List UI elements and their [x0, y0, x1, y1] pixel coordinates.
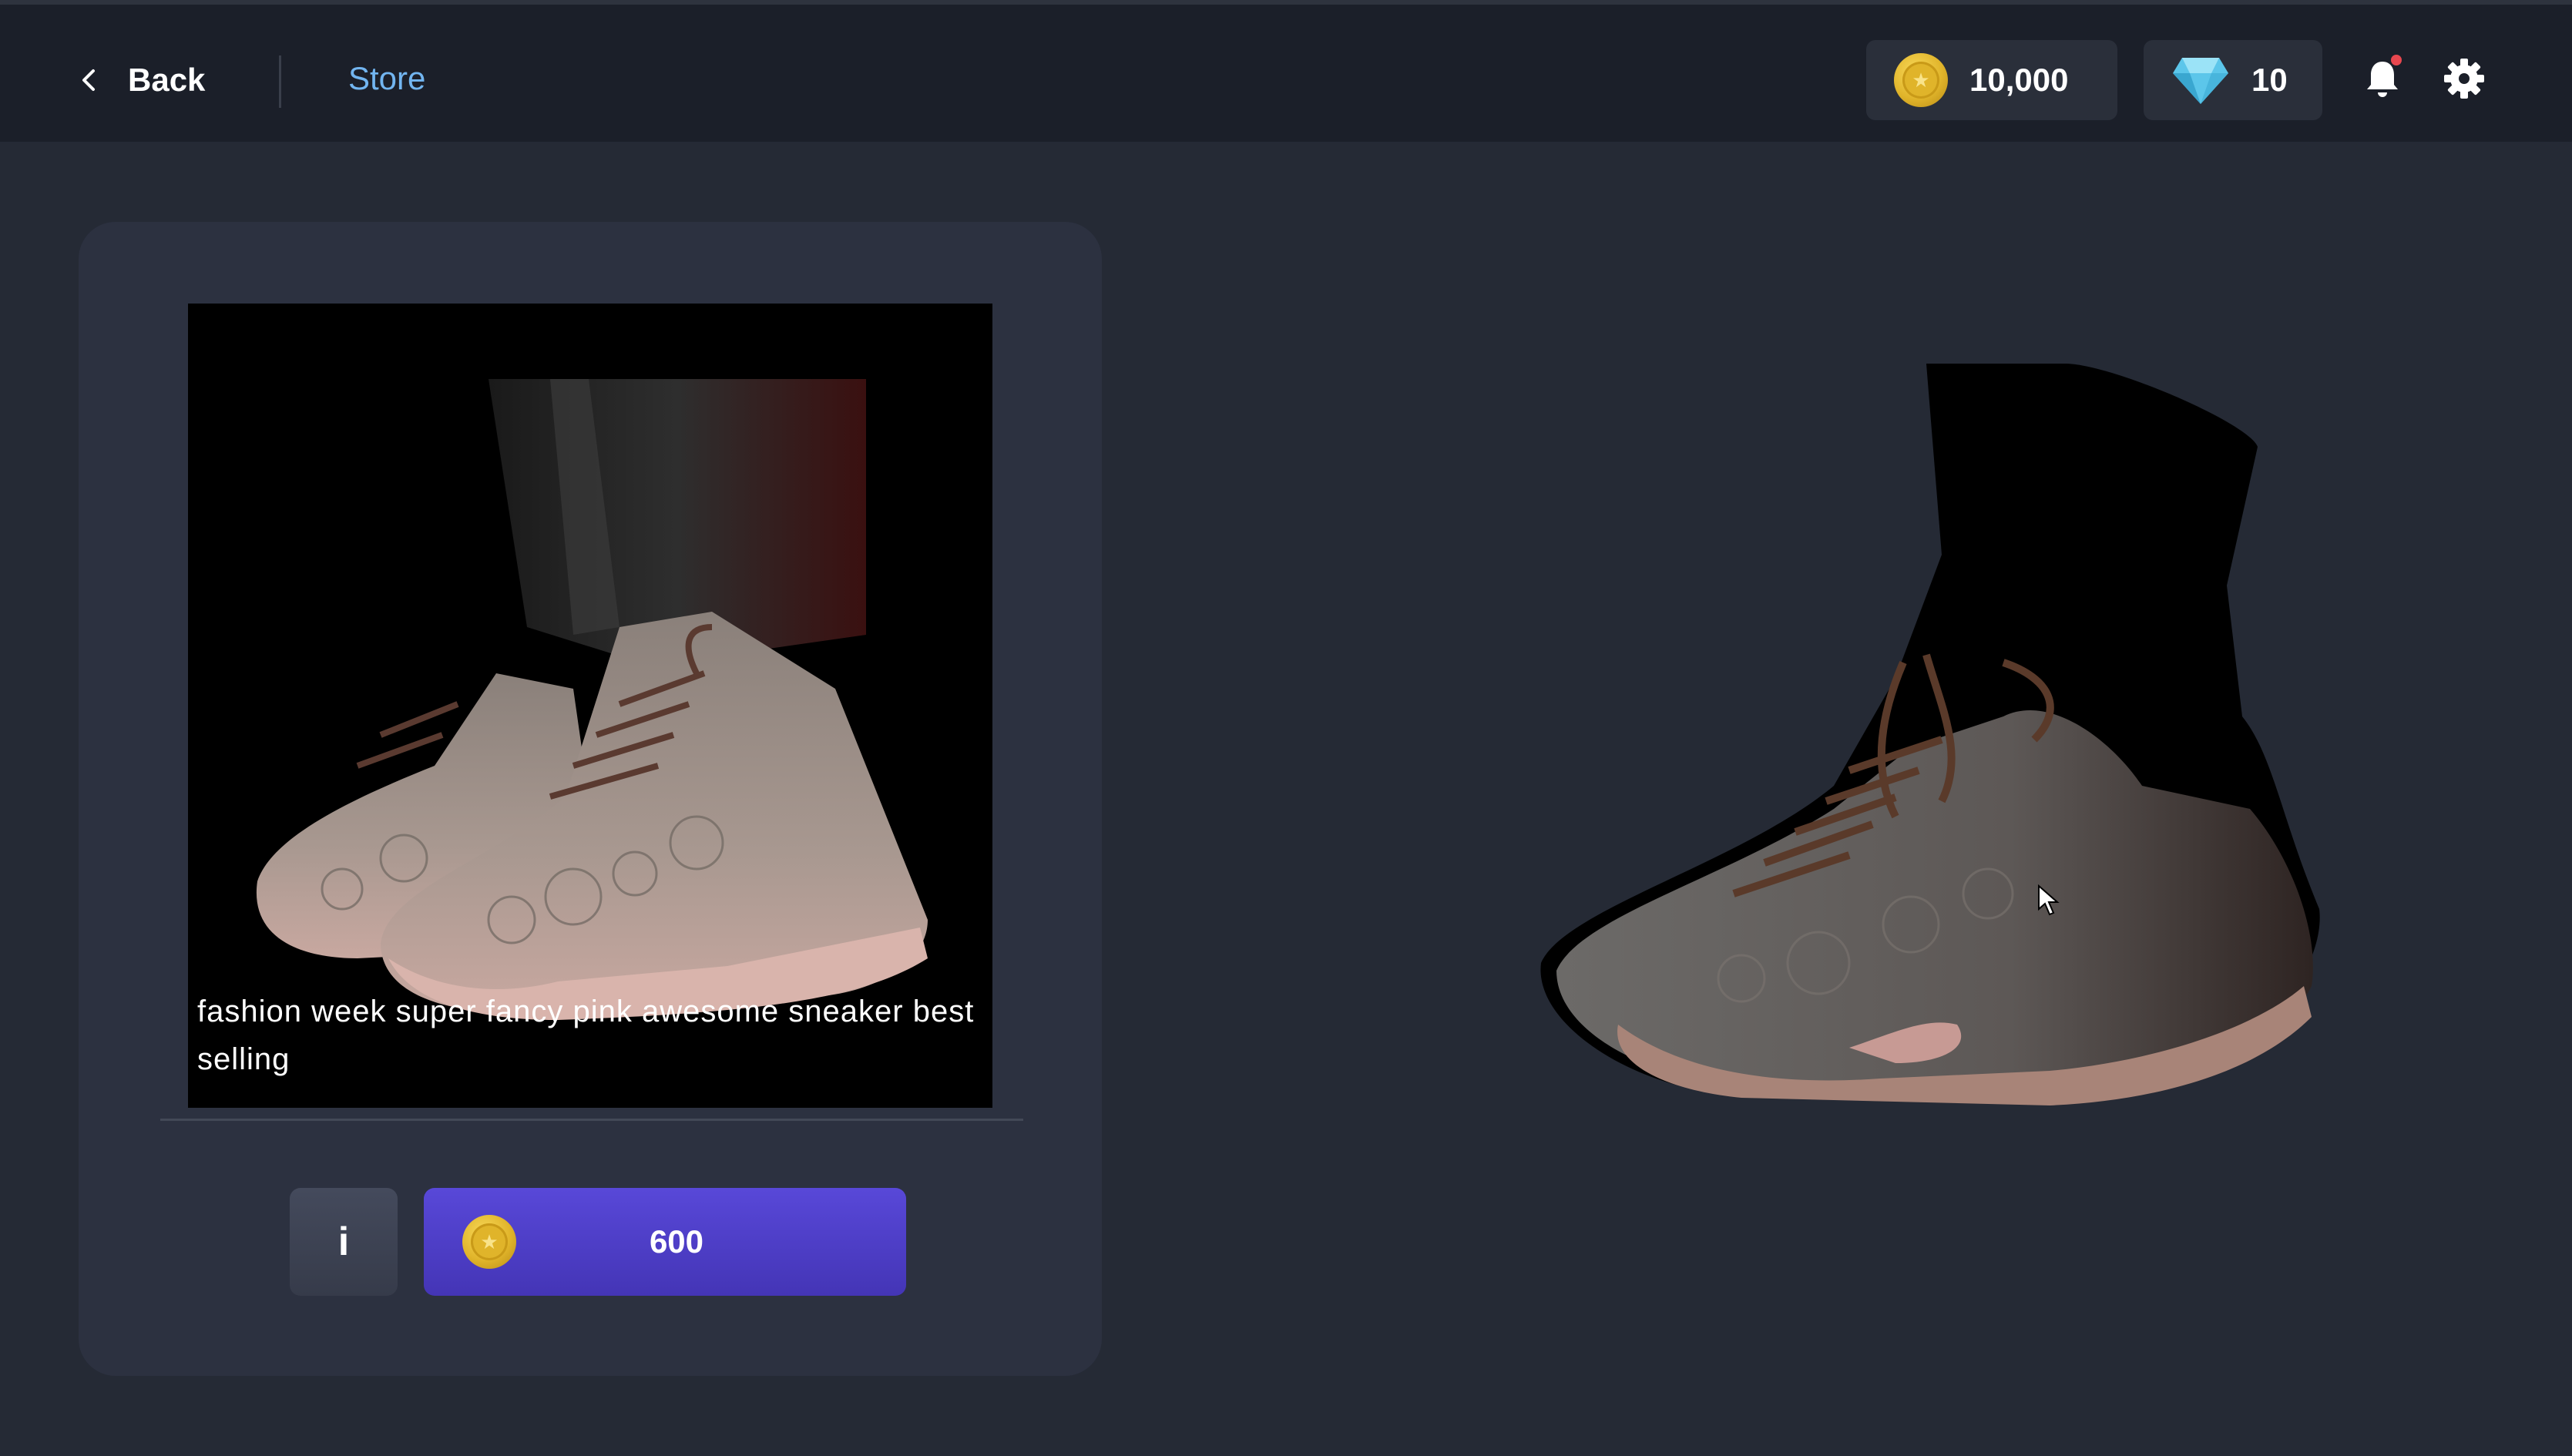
store-link[interactable]: Store: [348, 60, 425, 97]
bell-icon: [2367, 55, 2402, 97]
back-button[interactable]: Back: [74, 52, 205, 108]
price-label: 600: [649, 1223, 704, 1260]
card-divider: [160, 1119, 1023, 1121]
item-card: fashion week super fancy pink awesome sn…: [79, 222, 1102, 1376]
top-bar: Back Store ★ 10,000 10: [0, 0, 2572, 142]
chevron-left-icon: [82, 69, 95, 91]
notifications-button[interactable]: [2358, 54, 2407, 103]
coin-balance[interactable]: ★ 10,000: [1866, 40, 2117, 120]
settings-button[interactable]: [2439, 54, 2489, 103]
header-divider: [279, 55, 281, 108]
gem-balance-value: 10: [2251, 62, 2288, 98]
gem-icon: [2171, 53, 2230, 107]
item-description: fashion week super fancy pink awesome sn…: [197, 995, 975, 1076]
gear-icon: [2444, 59, 2484, 99]
buy-button[interactable]: ★ 600: [424, 1188, 906, 1296]
sneaker-3d-model: [1540, 364, 2320, 1105]
item-preview-image: fashion week super fancy pink awesome sn…: [188, 304, 992, 1108]
mouse-cursor-icon: [2038, 884, 2060, 916]
3d-model-viewer[interactable]: [1510, 354, 2342, 1117]
coin-icon: ★: [1894, 53, 1948, 107]
gem-balance[interactable]: 10: [2144, 40, 2322, 120]
back-label: Back: [128, 62, 206, 98]
info-button[interactable]: i: [290, 1188, 398, 1296]
coin-balance-value: 10,000: [1969, 62, 2069, 98]
